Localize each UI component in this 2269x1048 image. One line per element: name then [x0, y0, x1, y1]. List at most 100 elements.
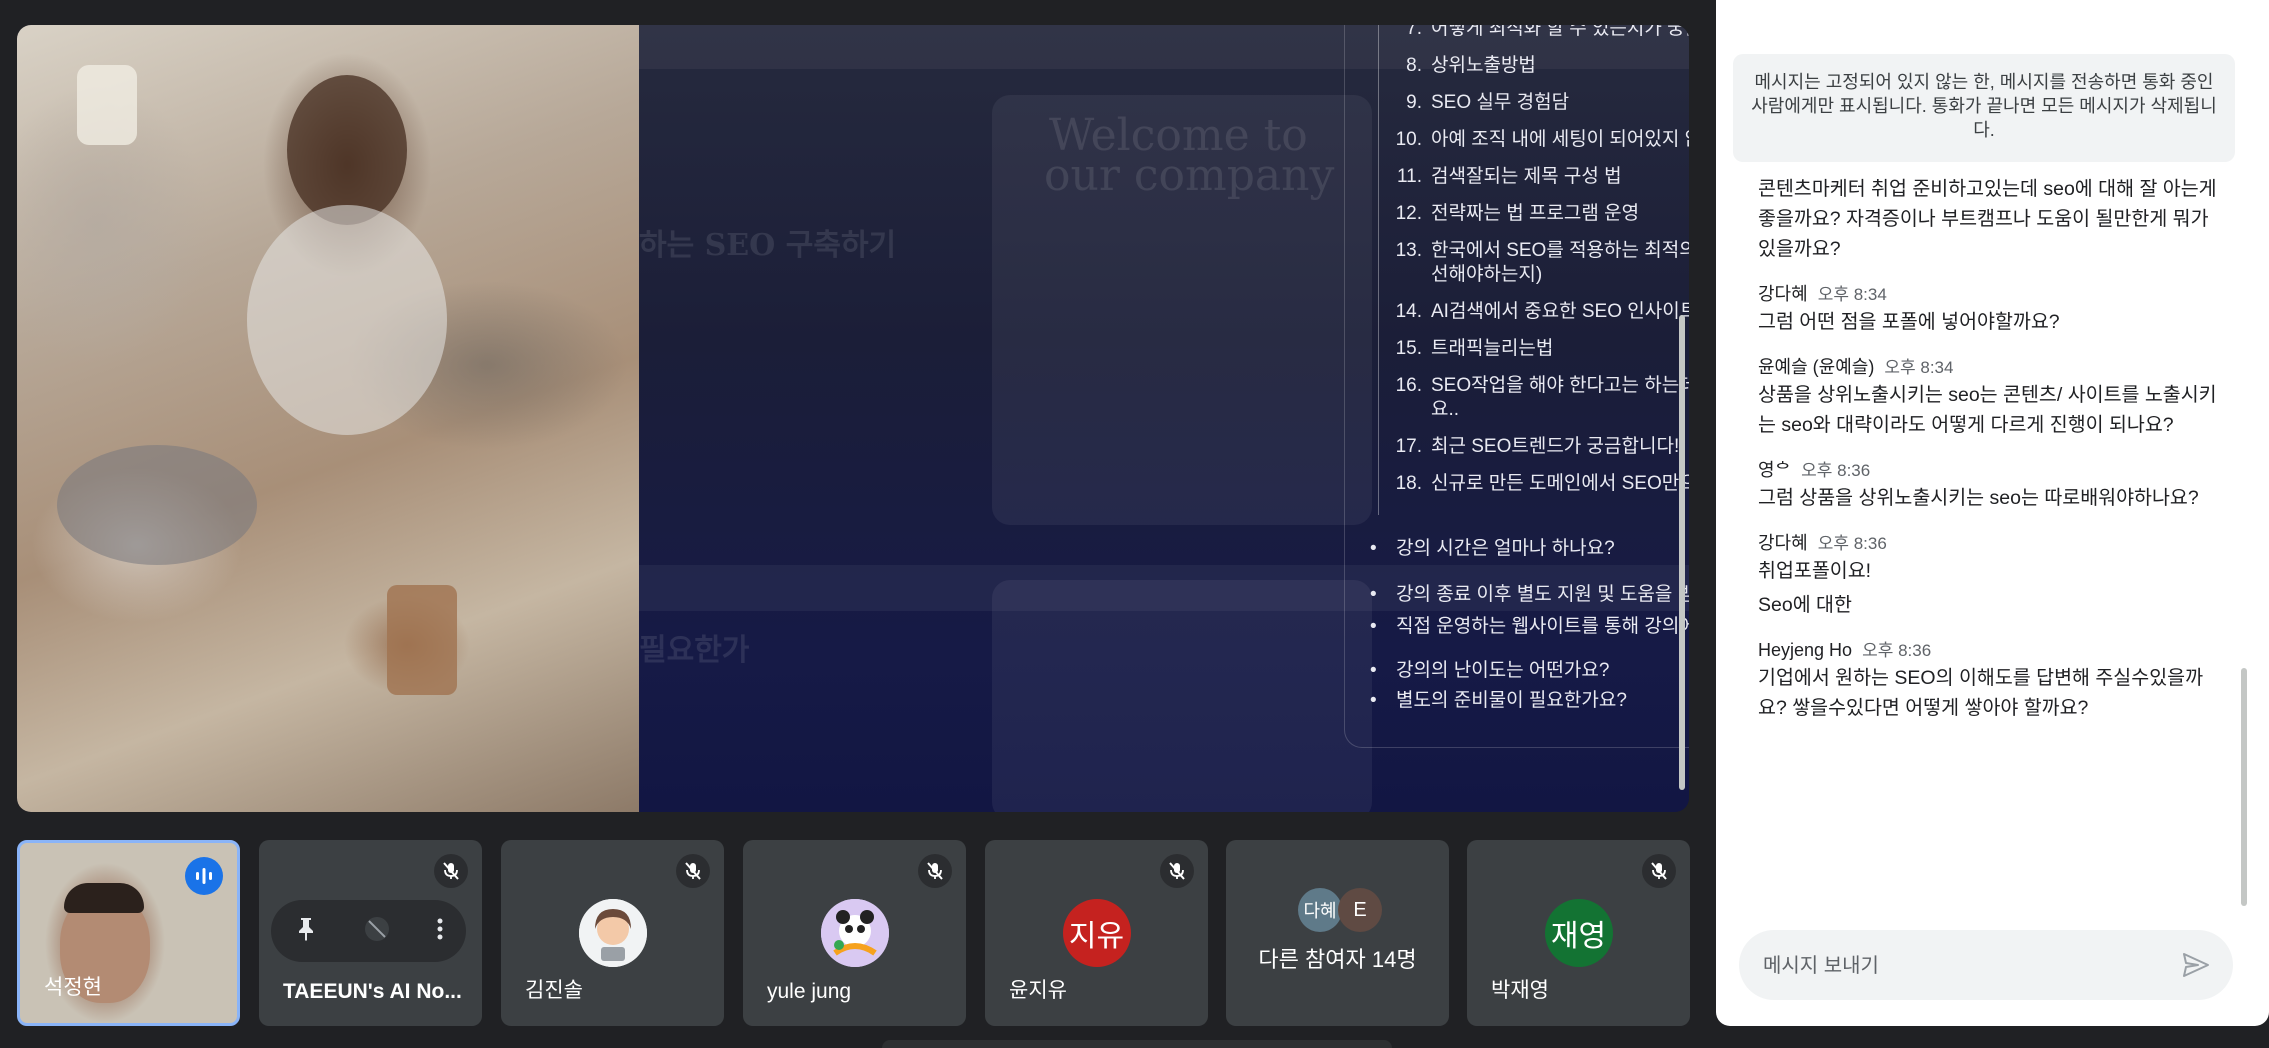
participant-tile-yunjiyu[interactable]: 지유 윤지유 [985, 840, 1208, 1026]
numbered-question-list: 7. 어떻게 최적화 할 수 있는지가 궁금합니다 8. 상위노출방법 9. SEO 실무… [1395, 25, 1689, 509]
screen-scrollbar[interactable] [1678, 25, 1686, 812]
chat-timestamp: 오후 8:34 [1817, 285, 1887, 304]
presentation-photo [17, 25, 639, 812]
chat-message-text: Seo에 대한 [1758, 594, 1852, 616]
chat-sender-name: 강다혜 [1758, 533, 1808, 553]
question-text: SEO 실무 경험담 [1431, 92, 1570, 113]
chat-timestamp: 오후 8:36 [1801, 461, 1871, 480]
bullet-question-item: 강의의 난이도는 어떤가요? [1370, 659, 1609, 683]
question-item: 7. 어떻게 최적화 할 수 있는지가 궁금합니다 [1395, 25, 1689, 41]
question-number: 13. [1395, 240, 1422, 261]
participant-name: yule jung [767, 980, 852, 1003]
question-text: 최근 SEO트렌드가 궁금합니다! [1431, 436, 1680, 457]
question-text: 한국에서 SEO를 적용하는 최적의 방법(네이버에서 가능한지, 어느 플랫폼… [1431, 240, 1689, 285]
chat-sender-name: Heyjeng Ho [1758, 640, 1853, 660]
chat-message-text: 기업에서 원하는 SEO의 이해도를 답변해 주실수있을까요? 쌓을수있다면 어… [1758, 667, 2204, 719]
chat-notice: 메시지는 고정되어 있지 않는 한, 메시지를 전송하면 통화 중인 사람에게만… [1733, 54, 2235, 162]
avatar: 재영 [1544, 899, 1613, 967]
chat-message-header: Heyjeng Ho 오후 8:36 [1758, 638, 2218, 663]
mic-off-icon [918, 854, 952, 888]
chat-message-header: 강다혜 오후 8:36 [1758, 531, 2218, 556]
participant-name: 다른 참여자 14명 [1258, 947, 1417, 972]
faq-list-panel: 7. 어떻게 최적화 할 수 있는지가 궁금합니다 8. 상위노출방법 9. SEO 실무… [1344, 25, 1689, 748]
participant-tile-parkjaeyoung[interactable]: 재영 박재영 [1467, 840, 1690, 1026]
participant-tile-kimjinsol[interactable]: 김진솔 [501, 840, 724, 1026]
question-text: 상위노출방법 [1431, 55, 1536, 76]
question-item: 11. 검색잘되는 제목 구성 법 [1395, 165, 1689, 189]
question-item: 15. 트래픽늘리는법 [1395, 337, 1689, 361]
chat-timestamp: 오후 8:36 [1862, 641, 1932, 660]
chat-sender-name: 영ᅌ [1758, 460, 1792, 480]
avatar: E [1338, 888, 1382, 932]
chat-message-list[interactable]: 콘텐츠마케터 취업 준비하고있는데 seo에 대해 잘 아는게 좋을까요? 자격… [1758, 174, 2218, 741]
question-number: 16. [1395, 375, 1422, 396]
chat-scrollbar[interactable] [2241, 668, 2247, 906]
avatar [820, 899, 889, 967]
question-number: 7. [1406, 25, 1422, 39]
avatar: 다혜 [1298, 888, 1342, 932]
chat-message: 영ᅌ 오후 8:36 그럼 상품을 상위노출시키는 seo는 따로배워야하나요? [1758, 458, 2218, 513]
mute-participant-icon[interactable] [364, 916, 390, 947]
pin-icon[interactable] [295, 916, 317, 947]
chat-message-text: 취업포폴이요! [1758, 560, 1872, 582]
chat-message: Heyjeng Ho 오후 8:36 기업에서 원하는 SEO의 이해도를 답변해 … [1758, 638, 2218, 723]
avatar: 지유 [1062, 899, 1131, 967]
shared-screen: Welcome to our company 하는 SEO 구축하기 필요한가 … [17, 25, 1689, 812]
avatar [578, 899, 647, 967]
chat-compose-bar [1739, 930, 2233, 1000]
bullet-question-item: 직접 운영하는 웹사이트를 통해 강의에 참여해도 괜찮나요? [1370, 615, 1689, 639]
presentation-slide: Welcome to our company 하는 SEO 구축하기 필요한가 … [639, 25, 1689, 812]
chat-message-text: 상품을 상위노출시키는 seo는 콘텐츠/ 사이트를 노출시키는 seo와 대략… [1758, 384, 2217, 436]
chat-sender-name: 강다혜 [1758, 284, 1808, 304]
question-text: AI검색에서 중요한 SEO 인사이트 [1431, 301, 1689, 322]
question-item: 12. 전략짜는 법 프로그램 운영 [1395, 202, 1689, 226]
question-text: 검색잘되는 제목 구성 법 [1431, 166, 1622, 187]
chat-panel: 메시지는 고정되어 있지 않는 한, 메시지를 전송하면 통화 중인 사람에게만… [1716, 0, 2269, 1026]
tile-controls [271, 900, 466, 962]
chat-message: 윤예슬 (윤예슬) 오후 8:34 상품을 상위노출시키는 seo는 콘텐츠/ 사이… [1758, 355, 2218, 440]
question-text: 아예 조직 내에 세팅이 되어있지 않아요. 이럴 땐 어떤 것부터 해야 할까… [1431, 129, 1689, 150]
question-text: 트래픽늘리는법 [1431, 338, 1554, 359]
question-item: 16. SEO작업을 해야 한다고는 하는데 제가 업무에서 하고 있는게 SEO… [1395, 374, 1689, 422]
scrollbar-thumb[interactable] [1679, 315, 1685, 790]
bullet-question-item: 별도의 준비물이 필요한가요? [1370, 689, 1627, 713]
chat-message-header: 강다혜 오후 8:34 [1758, 282, 2218, 307]
chat-message: 콘텐츠마케터 취업 준비하고있는데 seo에 대해 잘 아는게 좋을까요? 자격… [1758, 174, 2218, 264]
question-number: 11. [1396, 166, 1422, 187]
question-number: 14. [1395, 301, 1422, 322]
speaking-indicator-icon [185, 857, 223, 895]
bullet-question-item: 강의 종료 이후 별도 지원 및 도움을 받을 수 없나요? [1370, 583, 1689, 607]
chat-message-header: 영ᅌ 오후 8:36 [1758, 458, 2218, 483]
question-number: 8. [1406, 55, 1422, 76]
chat-message-input[interactable] [1761, 948, 2145, 984]
question-item: 8. 상위노출방법 [1395, 54, 1689, 78]
more-options-icon[interactable] [437, 918, 443, 945]
question-number: 10. [1395, 129, 1422, 150]
participant-tile-self[interactable]: 석정현 [17, 840, 240, 1026]
send-icon[interactable] [2179, 948, 2213, 982]
question-number: 9. [1406, 92, 1422, 113]
participant-tile-others[interactable]: 다혜 E 다른 참여자 14명 [1226, 840, 1449, 1026]
question-number: 12. [1395, 203, 1422, 224]
chat-message-header: 윤예슬 (윤예슬) 오후 8:34 [1758, 355, 2218, 380]
mic-off-icon [676, 854, 710, 888]
chat-timestamp: 오후 8:34 [1884, 358, 1954, 377]
participant-tile-yulejung[interactable]: yule jung [743, 840, 966, 1026]
question-item: 18. 신규로 만든 도메인에서 SEO만으로 지속적인 유입을 만드는데까지 얼… [1395, 472, 1689, 496]
chat-message-text: 콘텐츠마케터 취업 준비하고있는데 seo에 대해 잘 아는게 좋을까요? 자격… [1758, 178, 2217, 260]
question-text: 전략짜는 법 프로그램 운영 [1431, 203, 1640, 224]
chat-message: 강다혜 오후 8:34 그럼 어떤 점을 포폴에 넣어야할까요? [1758, 282, 2218, 337]
participant-name: 김진솔 [525, 979, 583, 1002]
question-item: 10. 아예 조직 내에 세팅이 되어있지 않아요. 이럴 땐 어떤 것부터 해야… [1395, 128, 1689, 152]
participant-tile-ai-notetaker[interactable]: TAEEUN's AI No... [259, 840, 482, 1026]
question-number: 15. [1395, 338, 1422, 359]
question-text: SEO작업을 해야 한다고는 하는데 제가 업무에서 하고 있는게 SEO인지 … [1431, 375, 1689, 420]
chat-sender-name: 윤예슬 (윤예슬) [1758, 357, 1875, 377]
chat-message: 강다혜 오후 8:36 취업포폴이요! Seo에 대한 [1758, 531, 2218, 620]
question-text: 어떻게 최적화 할 수 있는지가 궁금합니다 [1431, 25, 1689, 39]
question-item: 14. AI검색에서 중요한 SEO 인사이트 [1395, 300, 1689, 324]
participant-name: TAEEUN's AI No... [283, 980, 462, 1003]
participant-name: 박재영 [1491, 979, 1549, 1002]
participant-name: 석정현 [44, 976, 102, 999]
question-item: 13. 한국에서 SEO를 적용하는 최적의 방법(네이버에서 가능한지, 어느 … [1395, 239, 1689, 287]
